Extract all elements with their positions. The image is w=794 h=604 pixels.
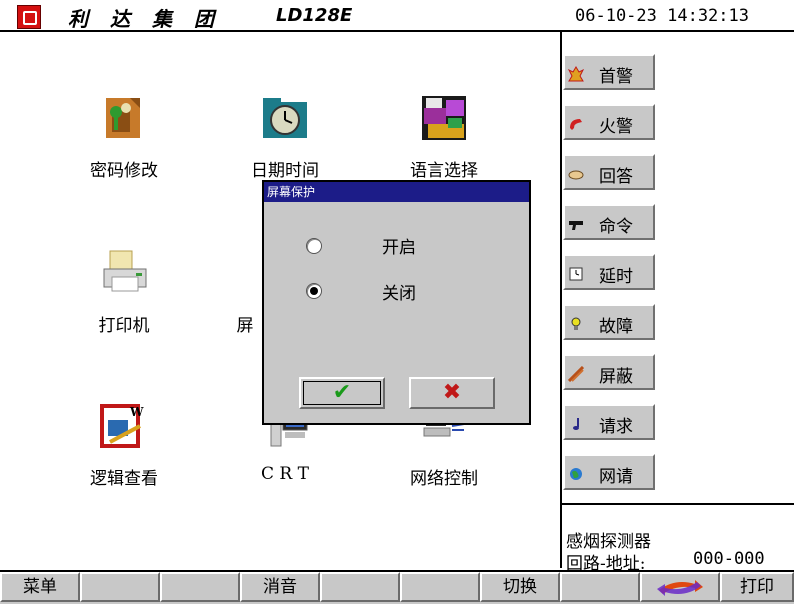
fire-alarm-icon [570, 119, 582, 130]
button-label: 屏蔽 [599, 367, 633, 387]
company-logo-icon [17, 5, 41, 29]
clock-icon [263, 98, 307, 138]
network-request-button[interactable]: 网请 [563, 454, 655, 490]
fault-icon [571, 317, 581, 330]
cancel-button[interactable]: ✖ [409, 377, 495, 409]
shield-button[interactable]: 屏蔽 [563, 354, 655, 390]
first-alarm-icon [568, 66, 584, 82]
password-icon [106, 98, 140, 138]
button-label: 命令 [599, 217, 633, 237]
tile-logic-view[interactable]: W 逻辑查看 [54, 402, 194, 522]
tile-label: 逻辑查看 [90, 469, 158, 489]
tile-label: 打印机 [98, 316, 150, 336]
bottom-button-8[interactable] [560, 572, 640, 602]
model-name: LD128E [276, 5, 353, 26]
answer-button[interactable]: 回答 [563, 154, 655, 190]
language-icon [422, 96, 466, 140]
mute-button[interactable]: 消音 [240, 572, 320, 602]
switch-arrows-icon [657, 580, 703, 596]
request-button[interactable]: 请求 [563, 404, 655, 440]
button-label: 延时 [599, 267, 633, 287]
answer-icon [568, 170, 584, 180]
network-request-icon [570, 468, 582, 480]
tile-password-change[interactable]: 密码修改 [54, 94, 194, 214]
tile-label: 密码修改 [90, 161, 158, 181]
radio-on[interactable] [306, 238, 322, 254]
button-label: 故障 [599, 317, 633, 337]
switch-button[interactable]: 切换 [480, 572, 560, 602]
shield-icon [568, 366, 584, 382]
dialog-title: 屏幕保护 [264, 182, 529, 202]
bottom-button-6[interactable] [400, 572, 480, 602]
printer-icon [103, 250, 147, 292]
print-button[interactable]: 打印 [720, 572, 794, 602]
first-alarm-button[interactable]: 首警 [563, 54, 655, 90]
bottom-button-2[interactable] [80, 572, 160, 602]
tile-label: 网络控制 [410, 469, 478, 489]
button-label: 请求 [599, 417, 633, 437]
button-label: 火警 [599, 117, 633, 137]
radio-off[interactable] [306, 283, 322, 299]
button-label: 回答 [599, 167, 633, 187]
fault-button[interactable]: 故障 [563, 304, 655, 340]
tile-label: C R T [261, 464, 309, 484]
command-icon [569, 221, 583, 230]
checkmark-icon: ✔ [332, 380, 352, 405]
bottom-button-3[interactable] [160, 572, 240, 602]
delay-button[interactable]: 延时 [563, 254, 655, 290]
request-icon [573, 418, 579, 430]
tile-printer[interactable]: 打印机 [54, 249, 194, 369]
close-icon: ✖ [442, 380, 462, 405]
bottom-button-5[interactable] [320, 572, 400, 602]
tile-label: 日期时间 [251, 161, 319, 181]
fire-alarm-button[interactable]: 火警 [563, 104, 655, 140]
company-name: 利达集团 [68, 7, 236, 31]
tile-label: 语言选择 [410, 161, 478, 181]
button-label: 首警 [599, 67, 633, 87]
ok-button[interactable]: ✔ [299, 377, 385, 409]
delay-icon [569, 267, 583, 281]
svg-text:W: W [129, 405, 144, 419]
command-button[interactable]: 命令 [563, 204, 655, 240]
menu-button[interactable]: 菜单 [0, 572, 80, 602]
option-on-label: 开启 [382, 238, 416, 258]
button-label: 网请 [599, 467, 633, 487]
logic-icon: W [100, 404, 144, 448]
datetime-display: 06-10-23 14:32:13 [575, 6, 749, 26]
loop-address-value: 000-000 [693, 549, 765, 569]
option-off-label: 关闭 [382, 284, 416, 304]
